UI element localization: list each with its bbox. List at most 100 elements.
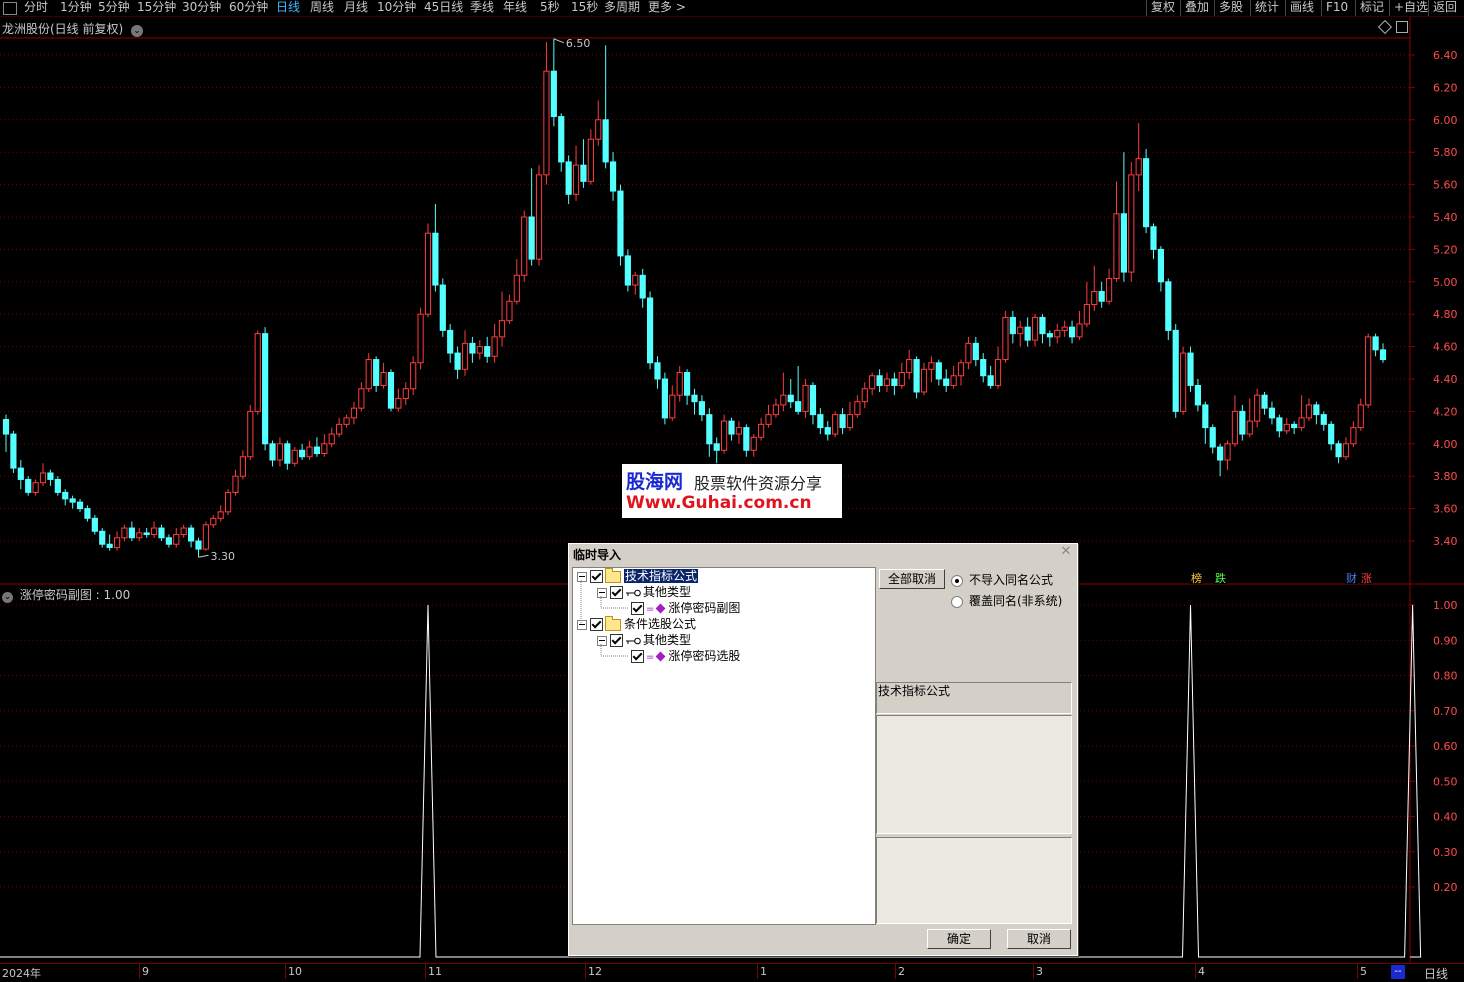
ok-button[interactable]: 确定 [927,929,991,949]
candle-body-up [572,164,580,195]
tree-node-zt-sub-chart[interactable]: = 涨停密码副图 [631,600,740,616]
tree-label: 其他类型 [643,585,692,599]
candle-body-down [299,449,306,458]
candle-body-up [721,420,728,451]
candle-body-down [54,478,61,493]
candle-body-up [669,394,676,419]
candle-body-down [1276,417,1283,432]
x-axis-tick [139,964,140,979]
radio-dot[interactable] [951,574,963,587]
formula-icon: = [646,604,655,615]
candle-body-down [743,427,750,451]
candle-body-up [210,517,217,526]
cancel-button[interactable]: 取消 [1007,929,1071,949]
candle-body-up [994,359,1002,386]
candle-body-up [1231,410,1239,445]
candle-body-up [1091,291,1098,305]
event-badge: 榜 [1191,571,1202,585]
candle-body-down [654,362,661,380]
x-axis-tick [1357,964,1358,979]
candle-body-up [1365,336,1372,406]
x-axis-label-4: 12 [588,965,602,978]
candle-body-up [217,511,224,519]
candle-body-up [846,414,854,429]
candle-body-up [336,423,343,435]
candle-body-up [676,372,683,396]
candle-body-down [143,532,150,536]
x-axis-label-1: 9 [142,965,149,978]
y-tick-label: 6.00 [1433,114,1458,127]
candle-body-up [950,375,957,386]
y-tick-label: 4.60 [1433,341,1458,354]
candle-body-down [684,372,691,396]
y-tick-label: 4.00 [1433,438,1458,451]
x-axis-tick [585,964,586,979]
candle-body-up [491,336,498,357]
tree-label: 技术指标公式 [624,569,699,583]
y-tick-label: 5.00 [1433,276,1458,289]
candle-body-down [913,359,920,393]
candle-body-down [128,527,135,539]
candle-body-up [150,527,158,536]
candle-body-down [439,284,446,331]
sub-y-tick-label: 0.80 [1433,670,1458,683]
dialog-titlebar[interactable]: 临时导入 ✕ [569,544,1077,562]
candle-body-down [1328,423,1335,445]
candle-body-down [1172,329,1179,412]
params-panel[interactable] [876,837,1072,924]
candle-body-up [1254,394,1261,422]
candle-body-up [1357,404,1364,429]
watermark-logo: 股海网 股票软件资源分享 Www.Guhai.com.cn [622,464,842,518]
sub-y-tick-label: 0.20 [1433,881,1458,894]
period-label[interactable]: 日线 [1424,965,1448,982]
candle-body-up [254,333,261,412]
dialog-title: 临时导入 [573,548,622,562]
candle-body-down [1120,213,1127,273]
candle-body-down [454,352,461,370]
radio-overwrite-same[interactable]: 覆盖同名(非系统) [951,592,1062,609]
candle-body-down [1372,336,1379,351]
candle-body-up [498,320,506,338]
candle-body-down [1150,226,1157,250]
indicator-toggle[interactable]: -- [1391,965,1405,979]
candle-body-up [395,397,402,409]
candle-body-down [728,420,735,435]
candle-body-up [1128,174,1135,273]
candle-body-up [772,404,780,416]
high-marker-line [553,38,565,44]
radio-dot[interactable] [951,595,963,608]
candle-body-up [832,414,839,435]
candle-body-down [1039,316,1046,335]
candle-body-up [869,375,876,390]
tree-node-zt-selector[interactable]: = 涨停密码选股 [631,648,740,664]
event-badge: 涨 [1361,572,1372,585]
candle-body-down [373,359,380,386]
candle-body-down [1157,248,1164,283]
close-icon[interactable]: ✕ [1059,545,1073,559]
description-panel[interactable] [876,715,1072,834]
candle-body-down [876,375,883,386]
candle-body-up [121,527,128,539]
candle-body-up [358,388,365,409]
candle-body-down [972,342,979,361]
candle-body-up [1305,404,1313,419]
candle-body-down [824,427,831,435]
candle-body-down [817,414,824,429]
x-axis-tick [425,964,426,979]
candle-body-up [883,378,891,386]
candle-body-up [239,456,246,477]
candle-body-up [247,410,254,458]
radio-no-import-same[interactable]: 不导入同名公式 [951,571,1053,588]
x-axis-tick [895,964,896,979]
candle-body-up [136,532,143,539]
chevron-down-icon[interactable]: ⌄ [2,592,13,603]
candle-body-down [158,527,165,539]
candle-body-up [225,491,232,513]
y-tick-label: 5.20 [1433,243,1458,256]
candle-body-up [276,443,284,461]
candle-body-down [313,446,321,455]
candle-body-up [802,384,809,412]
candle-body-up [1076,323,1083,338]
x-axis-label-9: 5 [1360,965,1367,978]
cancel-all-button[interactable]: 全部取消 [879,569,945,589]
